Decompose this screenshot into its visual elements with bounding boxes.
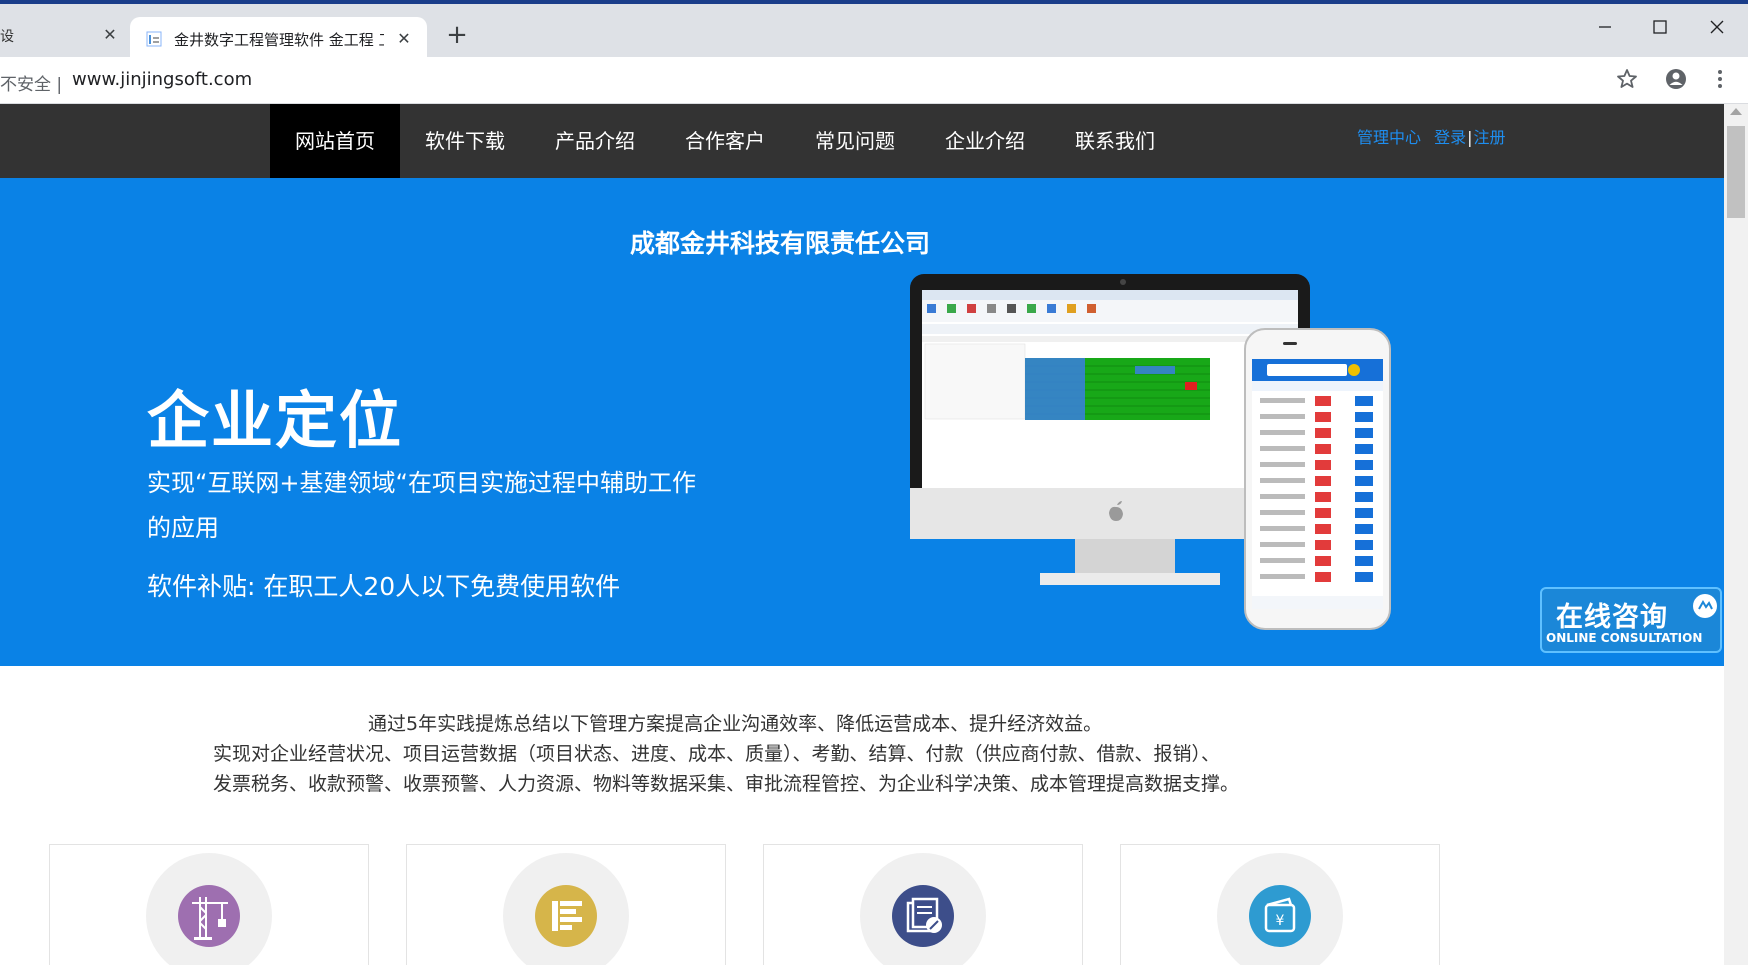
address-bar: 不安全 | www.jinjingsoft.com bbox=[0, 57, 1748, 104]
tab-close-icon[interactable]: ✕ bbox=[100, 25, 120, 45]
browser-tab-previous[interactable]: 设 ✕ bbox=[0, 12, 128, 57]
page-viewport: 网站首页 软件下载 产品介绍 合作客户 常见问题 企业介绍 联系我们 管理中心 … bbox=[0, 104, 1748, 965]
online-consultation-button[interactable]: 在线咨询 ONLINE CONSULTATION bbox=[1540, 587, 1722, 653]
page-scrollbar[interactable] bbox=[1724, 104, 1748, 965]
user-links: 管理中心 登录|注册 bbox=[1357, 124, 1506, 148]
wallet-yuan-icon: ¥ bbox=[1264, 897, 1296, 933]
consult-title: 在线咨询 bbox=[1556, 602, 1668, 633]
feature-icon-bg bbox=[503, 853, 629, 965]
company-name: 成都金井科技有限责任公司 bbox=[629, 229, 930, 258]
nav-item-download[interactable]: 软件下载 bbox=[400, 104, 530, 178]
feature-card-finance[interactable]: ¥ bbox=[1120, 844, 1440, 965]
hero-subsidy-text: 软件补贴: 在职工人20人以下免费使用软件 bbox=[147, 572, 621, 601]
register-link[interactable]: 注册 bbox=[1474, 124, 1506, 148]
nav-item-clients[interactable]: 合作客户 bbox=[660, 104, 790, 178]
hero-title: 企业定位 bbox=[147, 384, 404, 457]
list-doc-icon bbox=[552, 901, 582, 931]
nav-item-products[interactable]: 产品介绍 bbox=[530, 104, 660, 178]
browser-menu-icon[interactable] bbox=[1708, 67, 1732, 91]
nav-item-faq[interactable]: 常见问题 bbox=[790, 104, 920, 178]
link-separator: | bbox=[1467, 128, 1473, 147]
hero-banner: 成都金井科技有限责任公司 企业定位 实现“互联网+基建领域“在项目实施过程中辅助… bbox=[0, 178, 1724, 666]
documents-edit-icon bbox=[906, 897, 942, 933]
feature-icon-circle bbox=[535, 885, 597, 947]
feature-icon-circle bbox=[892, 885, 954, 947]
url-field[interactable]: www.jinjingsoft.com bbox=[72, 69, 252, 90]
new-tab-plus-icon[interactable]: + bbox=[445, 22, 469, 48]
nav-item-home[interactable]: 网站首页 bbox=[270, 104, 400, 178]
intro-line-1: 通过5年实践提炼总结以下管理方案提高企业沟通效率、降低运营成本、提升经济效益。 bbox=[368, 713, 1103, 735]
intro-line-2: 实现对企业经营状况、项目运营数据（项目状态、进度、成本、质量）、考勤、结算、付款… bbox=[213, 743, 1221, 765]
feature-card-report[interactable] bbox=[406, 844, 726, 965]
feature-card-project[interactable] bbox=[49, 844, 369, 965]
tab-title: 金井数字工程管理软件 金工程 工 bbox=[174, 31, 384, 49]
feature-icon-circle: ¥ bbox=[1249, 885, 1311, 947]
browser-tab-active[interactable]: 金井数字工程管理软件 金工程 工 ✕ bbox=[130, 17, 427, 61]
consult-subtitle: ONLINE CONSULTATION bbox=[1546, 631, 1703, 645]
feature-icon-bg: ¥ bbox=[1217, 853, 1343, 965]
maximize-icon[interactable] bbox=[1640, 12, 1680, 42]
product-devices-illustration bbox=[910, 274, 1391, 630]
profile-avatar-icon[interactable] bbox=[1664, 67, 1688, 91]
login-link[interactable]: 登录 bbox=[1434, 124, 1466, 148]
scrollbar-thumb[interactable] bbox=[1727, 126, 1745, 218]
minimize-icon[interactable] bbox=[1585, 12, 1625, 42]
svg-text:¥: ¥ bbox=[1276, 913, 1285, 929]
feature-icon-circle bbox=[178, 885, 240, 947]
chat-bubble-icon bbox=[1693, 594, 1717, 618]
feature-icon-bg bbox=[146, 853, 272, 965]
crane-icon bbox=[192, 897, 228, 940]
browser-tab-bar: 设 ✕ 金井数字工程管理软件 金工程 工 ✕ + bbox=[0, 4, 1748, 61]
nav-item-about[interactable]: 企业介绍 bbox=[920, 104, 1050, 178]
top-navigation: 网站首页 软件下载 产品介绍 合作客户 常见问题 企业介绍 联系我们 管理中心 … bbox=[0, 104, 1724, 178]
nav-item-contact[interactable]: 联系我们 bbox=[1050, 104, 1180, 178]
scroll-up-arrow-icon[interactable] bbox=[1730, 108, 1742, 115]
window-close-icon[interactable] bbox=[1697, 12, 1737, 42]
admin-center-link[interactable]: 管理中心 bbox=[1357, 124, 1421, 148]
feature-icon-bg bbox=[860, 853, 986, 965]
feature-card-approval[interactable] bbox=[763, 844, 1083, 965]
tab-close-icon[interactable]: ✕ bbox=[394, 29, 414, 49]
tab-title-fragment: 设 bbox=[0, 29, 14, 45]
hero-description: 实现“互联网+基建领域“在项目实施过程中辅助工作的应用 bbox=[147, 469, 696, 542]
page-favicon-icon bbox=[146, 31, 162, 47]
bookmark-star-icon[interactable] bbox=[1615, 67, 1639, 91]
security-indicator[interactable]: 不安全 | bbox=[0, 70, 62, 95]
intro-line-3: 发票税务、收款预警、收票预警、人力资源、物料等数据采集、审批流程管控、为企业科学… bbox=[213, 773, 1240, 795]
